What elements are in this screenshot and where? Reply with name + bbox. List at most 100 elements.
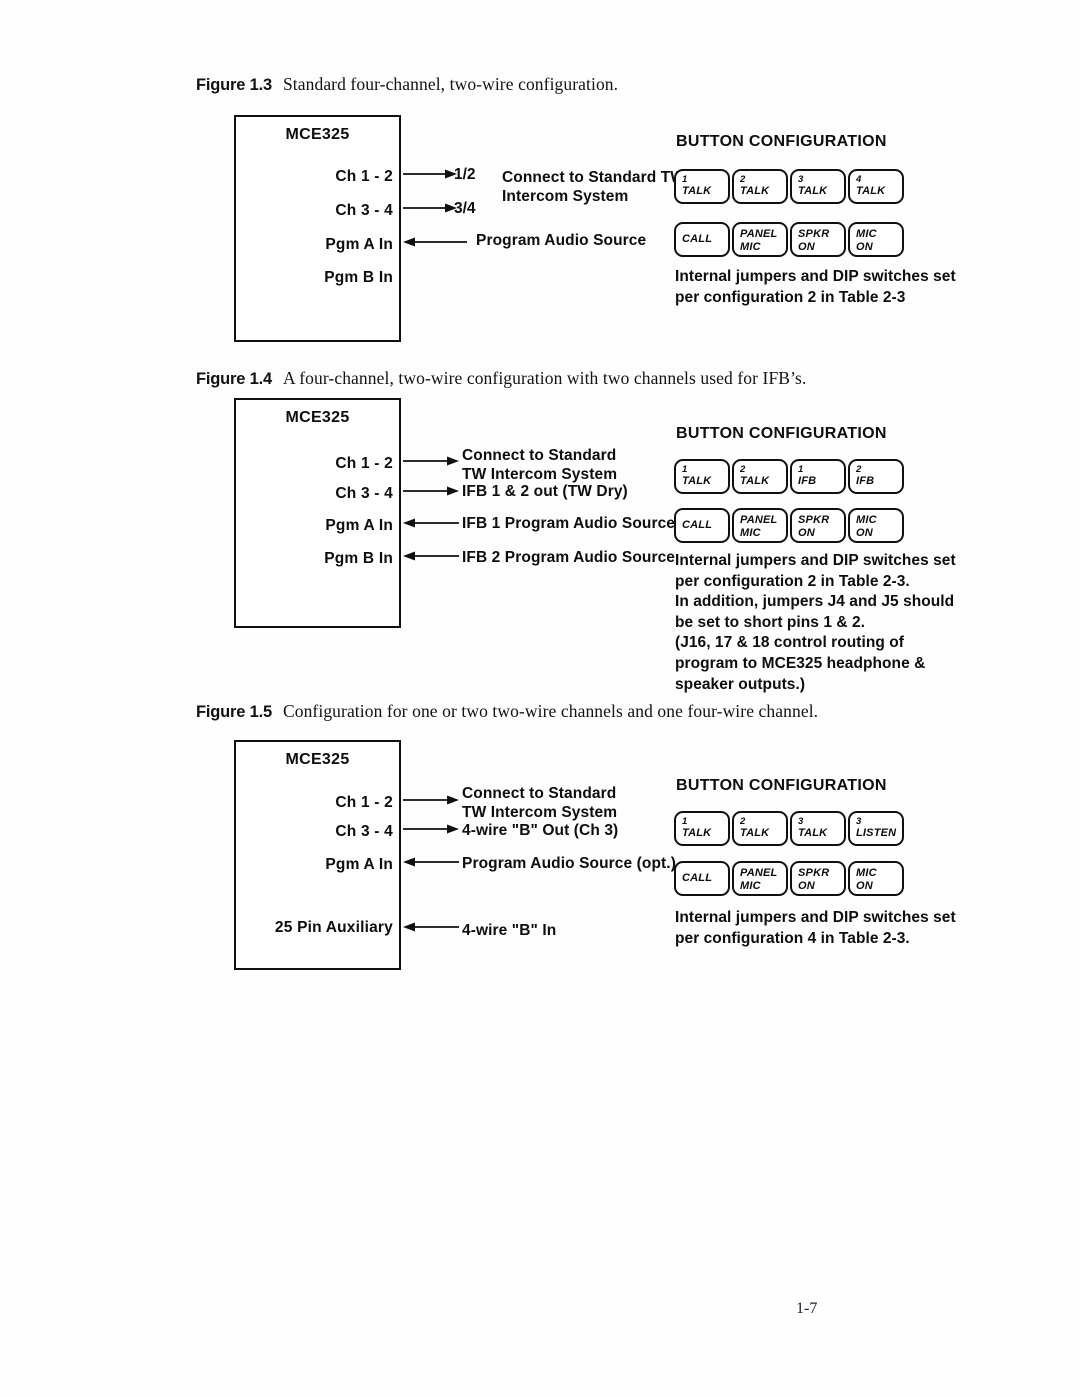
note-line: speaker outputs.) xyxy=(675,675,806,693)
note-line: per configuration 4 in Table 2-3. xyxy=(675,929,910,947)
button-talk-3[interactable]: 3 TALK xyxy=(790,169,846,204)
button-spkr-on[interactable]: SPKR ON xyxy=(790,861,846,896)
button-spkr-on[interactable]: SPKR ON xyxy=(790,222,846,257)
button-call[interactable]: CALL xyxy=(674,861,730,896)
note-line: (J16, 17 & 18 control routing of xyxy=(675,634,904,652)
button-label: TALK xyxy=(740,474,770,487)
arrow-endpoint-1-2: 1/2 xyxy=(454,166,476,183)
device-title: MCE325 xyxy=(285,751,350,768)
description-line: Connect to Standard xyxy=(462,785,617,802)
button-configuration-title: BUTTON CONFIGURATION xyxy=(676,133,887,150)
port-label-ch3-4: Ch 3 - 4 xyxy=(335,485,393,502)
button-label-second-line: ON xyxy=(856,240,873,253)
arrow-in-pgm-a xyxy=(403,517,459,529)
button-label: MIC xyxy=(856,514,877,526)
button-spkr-on[interactable]: SPKR ON xyxy=(790,508,846,543)
button-panel-mic[interactable]: PANEL MIC xyxy=(732,222,788,257)
button-number: 2 xyxy=(740,816,746,827)
description-line: Connect to Standard xyxy=(462,447,617,464)
figure-label: Figure 1.3 xyxy=(196,76,272,94)
figure-label: Figure 1.5 xyxy=(196,703,272,721)
port-label-ch3-4: Ch 3 - 4 xyxy=(335,202,393,219)
button-talk-2[interactable]: 2 TALK xyxy=(732,169,788,204)
arrow-out-ch1-2 xyxy=(403,794,459,806)
button-listen-3[interactable]: 3 LISTEN xyxy=(848,811,904,846)
button-number: 1 xyxy=(682,464,688,475)
description-program-audio-opt: Program Audio Source (opt.) xyxy=(462,855,676,872)
button-talk-3[interactable]: 3 TALK xyxy=(790,811,846,846)
arrow-out-ch3-4 xyxy=(403,485,459,497)
button-number: 1 xyxy=(798,464,804,475)
button-mic-on[interactable]: MIC ON xyxy=(848,508,904,543)
button-number: 1 xyxy=(682,174,688,185)
button-label-second-line: ON xyxy=(856,879,873,892)
note-line: program to MCE325 headphone & xyxy=(675,655,926,673)
button-label: TALK xyxy=(798,826,828,839)
button-label-second-line: MIC xyxy=(740,879,761,892)
port-label-pgm-a-in: Pgm A In xyxy=(325,856,393,873)
button-talk-2[interactable]: 2 TALK xyxy=(732,459,788,494)
button-label: TALK xyxy=(740,826,770,839)
description-line: TW Intercom System xyxy=(462,804,618,822)
configuration-note: Internal jumpers and DIP switches set pe… xyxy=(675,267,956,308)
note-line: per configuration 2 in Table 2-3. xyxy=(675,572,910,590)
arrow-in-pgm-b xyxy=(403,550,459,562)
button-panel-mic[interactable]: PANEL MIC xyxy=(732,861,788,896)
button-ifb-2[interactable]: 2 IFB xyxy=(848,459,904,494)
button-label: CALL xyxy=(682,233,713,246)
button-ifb-1[interactable]: 1 IFB xyxy=(790,459,846,494)
note-line: be set to short pins 1 & 2. xyxy=(675,613,865,631)
button-mic-on[interactable]: MIC ON xyxy=(848,861,904,896)
button-number: 4 xyxy=(856,174,862,185)
page-number: 1-7 xyxy=(796,1300,818,1317)
port-label-pgm-b-in: Pgm B In xyxy=(324,550,393,567)
button-talk-4[interactable]: 4 TALK xyxy=(848,169,904,204)
port-label-ch1-2: Ch 1 - 2 xyxy=(335,794,393,811)
button-label: IFB xyxy=(798,474,817,487)
button-label: PANEL xyxy=(740,514,778,526)
arrow-out-ch1-2 xyxy=(403,168,457,180)
button-label: CALL xyxy=(682,872,713,885)
port-label-pgm-b-in: Pgm B In xyxy=(324,269,393,286)
button-label: MIC xyxy=(856,228,877,240)
button-label: PANEL xyxy=(740,228,778,240)
button-label-second-line: MIC xyxy=(740,240,761,253)
button-configuration-title: BUTTON CONFIGURATION xyxy=(676,425,887,442)
configuration-note: Internal jumpers and DIP switches set pe… xyxy=(675,551,956,695)
device-box: MCE325 xyxy=(234,115,401,342)
button-talk-1[interactable]: 1 TALK xyxy=(674,811,730,846)
button-label: SPKR xyxy=(798,867,830,879)
arrow-in-auxiliary xyxy=(403,921,459,933)
port-label-ch1-2: Ch 1 - 2 xyxy=(335,168,393,185)
button-number: 3 xyxy=(798,816,804,827)
button-label: LISTEN xyxy=(856,826,897,839)
configuration-note: Internal jumpers and DIP switches set pe… xyxy=(675,908,956,949)
port-label-25-pin-auxiliary: 25 Pin Auxiliary xyxy=(274,919,393,936)
description-connect-tw: Connect to Standard TW Intercom System xyxy=(462,446,617,484)
button-call[interactable]: CALL xyxy=(674,222,730,257)
button-label: TALK xyxy=(740,184,770,197)
button-talk-1[interactable]: 1 TALK xyxy=(674,169,730,204)
button-label: TALK xyxy=(798,184,828,197)
description-ifb-out: IFB 1 & 2 out (TW Dry) xyxy=(462,483,628,500)
device-title: MCE325 xyxy=(285,409,350,426)
figure-caption: Figure 1.3 Standard four-channel, two-wir… xyxy=(196,74,618,95)
button-label: TALK xyxy=(682,184,712,197)
figure-caption-text: Standard four-channel, two-wire configur… xyxy=(282,74,619,94)
description-ifb1-program: IFB 1 Program Audio Source xyxy=(462,515,676,532)
button-label-second-line: MIC xyxy=(740,526,761,539)
figure-caption: Figure 1.4 A four-channel, two-wire confi… xyxy=(196,368,806,389)
button-label-second-line: ON xyxy=(856,526,873,539)
button-call[interactable]: CALL xyxy=(674,508,730,543)
button-label-second-line: ON xyxy=(798,240,815,253)
description-program-audio: Program Audio Source xyxy=(476,232,647,249)
button-talk-1[interactable]: 1 TALK xyxy=(674,459,730,494)
button-talk-2[interactable]: 2 TALK xyxy=(732,811,788,846)
button-panel-mic[interactable]: PANEL MIC xyxy=(732,508,788,543)
arrow-in-pgm-a xyxy=(403,236,467,248)
note-line: Internal jumpers and DIP switches set xyxy=(675,268,956,285)
description-4wire-in: 4-wire "B" In xyxy=(462,922,557,939)
port-label-pgm-a-in: Pgm A In xyxy=(325,236,393,253)
button-label-second-line: ON xyxy=(798,879,815,892)
button-mic-on[interactable]: MIC ON xyxy=(848,222,904,257)
